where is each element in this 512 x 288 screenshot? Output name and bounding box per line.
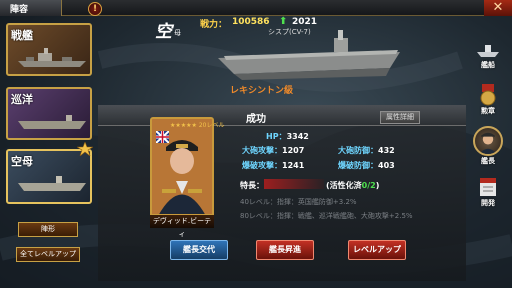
trait-line: 80レベル：指揮：戦艦、巡洋戦艦砲、大砲攻撃+2.5% bbox=[240, 212, 413, 220]
ship-card-type: 戦艦 bbox=[11, 29, 33, 42]
power-value: 100586 bbox=[232, 17, 270, 27]
ship-card-type: 巡洋 bbox=[11, 93, 33, 106]
sidebar-item-medal[interactable]: 勲章 bbox=[468, 82, 508, 118]
stat-main-attack: 大砲攻撃：1207 bbox=[242, 146, 305, 155]
ship-card-type: 空母 bbox=[11, 155, 33, 168]
star-badge-icon bbox=[77, 142, 93, 156]
swap-captain-button[interactable]: 艦長交代 bbox=[170, 240, 228, 260]
stat-main-defense: 大砲防御：432 bbox=[338, 146, 395, 155]
top-bar bbox=[0, 0, 512, 16]
stat-hp: HP：3342 bbox=[266, 132, 309, 141]
trait-highlight-bar bbox=[264, 179, 324, 189]
stat-bomb-defense: 爆破防御：403 bbox=[338, 161, 395, 170]
ship-type-emblem: 空 bbox=[155, 22, 172, 42]
attribute-detail-button[interactable]: 属性詳細 bbox=[380, 111, 420, 124]
panel-title: 成功 bbox=[246, 114, 266, 125]
formation-button[interactable]: 陣形 bbox=[18, 222, 78, 237]
captain-name: デヴィッド.ビーティ bbox=[150, 214, 214, 238]
up-arrow-icon: ⬆ bbox=[279, 16, 288, 27]
carrier-icon bbox=[18, 176, 86, 191]
ship-class-name: レキシントン級 bbox=[230, 86, 294, 96]
ship-card-battleship[interactable]: 戦艦 bbox=[6, 23, 92, 76]
power-gain: 2021 bbox=[292, 17, 318, 27]
captain-icon bbox=[473, 126, 503, 156]
info-icon[interactable]: ! bbox=[88, 2, 102, 16]
page-title: 陣容 bbox=[0, 0, 62, 16]
captain-rank-stars: ★★★★★ 20レベル bbox=[170, 122, 225, 129]
ship-card-cruiser[interactable]: 巡洋 bbox=[6, 87, 92, 140]
ship-icon bbox=[477, 45, 499, 57]
carrier-icon bbox=[18, 115, 86, 129]
battleship-icon bbox=[18, 48, 86, 67]
sidebar-item-ship[interactable]: 艦船 bbox=[468, 36, 508, 72]
promote-captain-button[interactable]: 艦長昇進 bbox=[256, 240, 314, 260]
sidebar-item-captain[interactable]: 艦長 bbox=[468, 126, 508, 170]
stat-bomb-attack: 爆破攻撃：1241 bbox=[242, 161, 305, 170]
aircraft-carrier-image bbox=[218, 30, 400, 80]
close-button[interactable]: ✕ bbox=[484, 0, 512, 16]
trait-activation: (活性化済0/2) bbox=[326, 181, 380, 190]
medal-icon bbox=[480, 84, 496, 106]
all-level-up-button[interactable]: 全てレベルアップ bbox=[16, 247, 80, 262]
trait-label: 特長： bbox=[240, 181, 264, 190]
sidebar-item-development[interactable]: 開発 bbox=[468, 174, 508, 210]
ship-type-emblem-small: 母 bbox=[174, 29, 181, 37]
level-up-button[interactable]: レベルアップ bbox=[348, 240, 406, 260]
dev-icon bbox=[480, 178, 496, 196]
trait-line: 40レベル：指揮：英国艦防御+3.2% bbox=[240, 198, 357, 206]
ship-card-carrier-selected[interactable]: 空母 bbox=[6, 149, 92, 204]
uk-flag-icon bbox=[156, 131, 169, 143]
